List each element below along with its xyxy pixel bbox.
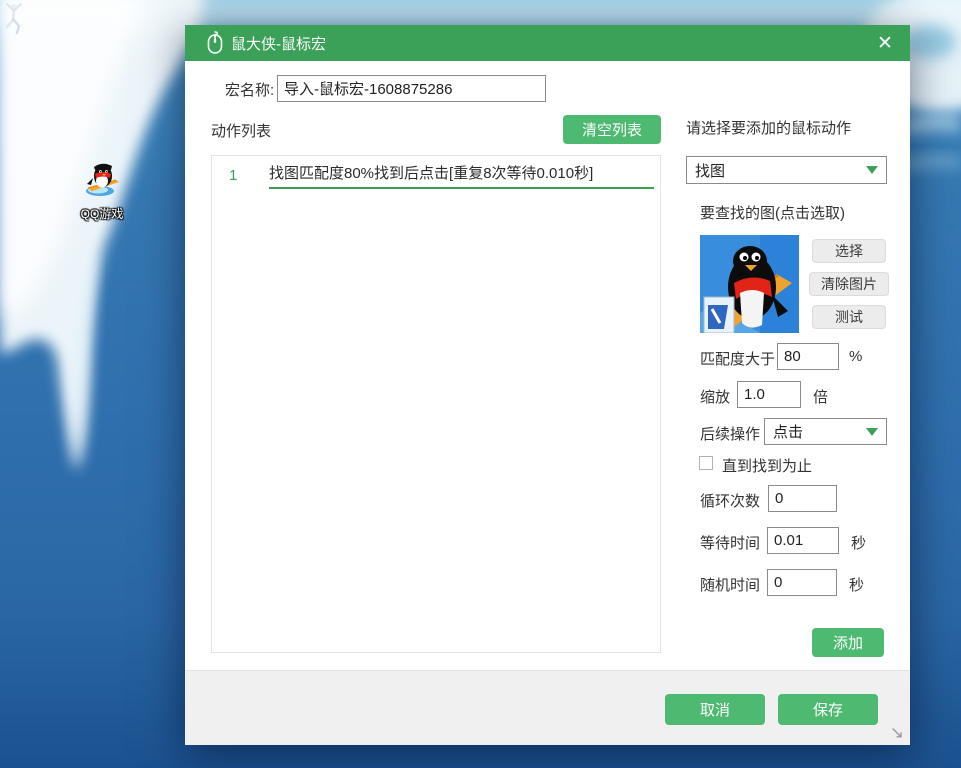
wait-label: 等待时间	[700, 532, 760, 553]
loop-input[interactable]	[768, 485, 837, 512]
macro-name-input[interactable]	[277, 75, 546, 102]
followup-label: 后续操作	[700, 423, 760, 444]
loop-label: 循环次数	[700, 490, 760, 511]
macro-name-label: 宏名称:	[225, 79, 274, 100]
add-action-button[interactable]: 添加	[812, 628, 884, 657]
macro-dialog: 鼠大侠-鼠标宏 ✕ 宏名称: 动作列表 清空列表 1 找图匹配度80%找到后点击…	[185, 25, 910, 745]
until-found-checkbox[interactable]	[699, 456, 713, 470]
desktop-icon-qq-games[interactable]: QQ游戏	[68, 158, 136, 222]
match-unit: %	[849, 348, 862, 365]
image-section-label: 要查找的图(点击选取)	[700, 202, 845, 223]
dialog-footer: 取消 保存 ↘	[185, 670, 910, 745]
wait-input[interactable]	[767, 527, 839, 554]
dialog-title: 鼠大侠-鼠标宏	[231, 33, 326, 54]
followup-value: 点击	[773, 421, 803, 442]
target-image-preview[interactable]	[700, 235, 799, 333]
random-input[interactable]	[767, 569, 837, 596]
wallpaper-jumping-figure	[0, 0, 28, 38]
close-icon[interactable]: ✕	[870, 28, 900, 58]
followup-dropdown[interactable]: 点击	[764, 418, 887, 445]
scale-label: 缩放	[700, 386, 730, 407]
action-type-value: 找图	[695, 160, 725, 181]
scale-unit: 倍	[813, 386, 828, 407]
match-input[interactable]	[777, 343, 839, 370]
desktop-icon-label: QQ游戏	[68, 205, 136, 222]
qq-penguin-icon	[82, 158, 122, 198]
random-label: 随机时间	[700, 574, 760, 595]
action-list-row[interactable]: 1 找图匹配度80%找到后点击[重复8次等待0.010秒]	[212, 156, 660, 189]
save-button[interactable]: 保存	[778, 694, 878, 725]
resize-handle-icon[interactable]: ↘	[890, 723, 904, 743]
cancel-button[interactable]: 取消	[665, 694, 765, 725]
scale-input[interactable]	[737, 381, 801, 408]
action-list[interactable]: 1 找图匹配度80%找到后点击[重复8次等待0.010秒]	[211, 155, 661, 653]
chevron-down-icon	[866, 428, 878, 436]
random-unit: 秒	[849, 574, 864, 595]
clear-list-button[interactable]: 清空列表	[563, 115, 661, 144]
test-button[interactable]: 测试	[812, 305, 886, 329]
match-label: 匹配度大于	[700, 348, 775, 369]
mouse-app-icon	[205, 31, 225, 55]
action-row-text[interactable]: 找图匹配度80%找到后点击[重复8次等待0.010秒]	[269, 162, 654, 189]
wait-unit: 秒	[851, 532, 866, 553]
action-list-label: 动作列表	[211, 120, 271, 141]
action-type-dropdown[interactable]: 找图	[686, 156, 887, 184]
select-image-button[interactable]: 选择	[812, 239, 886, 263]
action-panel-heading: 请选择要添加的鼠标动作	[686, 117, 851, 138]
until-found-label: 直到找到为止	[722, 455, 812, 476]
action-row-index: 1	[229, 167, 269, 189]
qq-preview-image	[700, 235, 799, 333]
clear-image-button[interactable]: 清除图片	[809, 272, 889, 296]
chevron-down-icon	[866, 166, 878, 174]
dialog-titlebar[interactable]: 鼠大侠-鼠标宏 ✕	[185, 25, 910, 61]
